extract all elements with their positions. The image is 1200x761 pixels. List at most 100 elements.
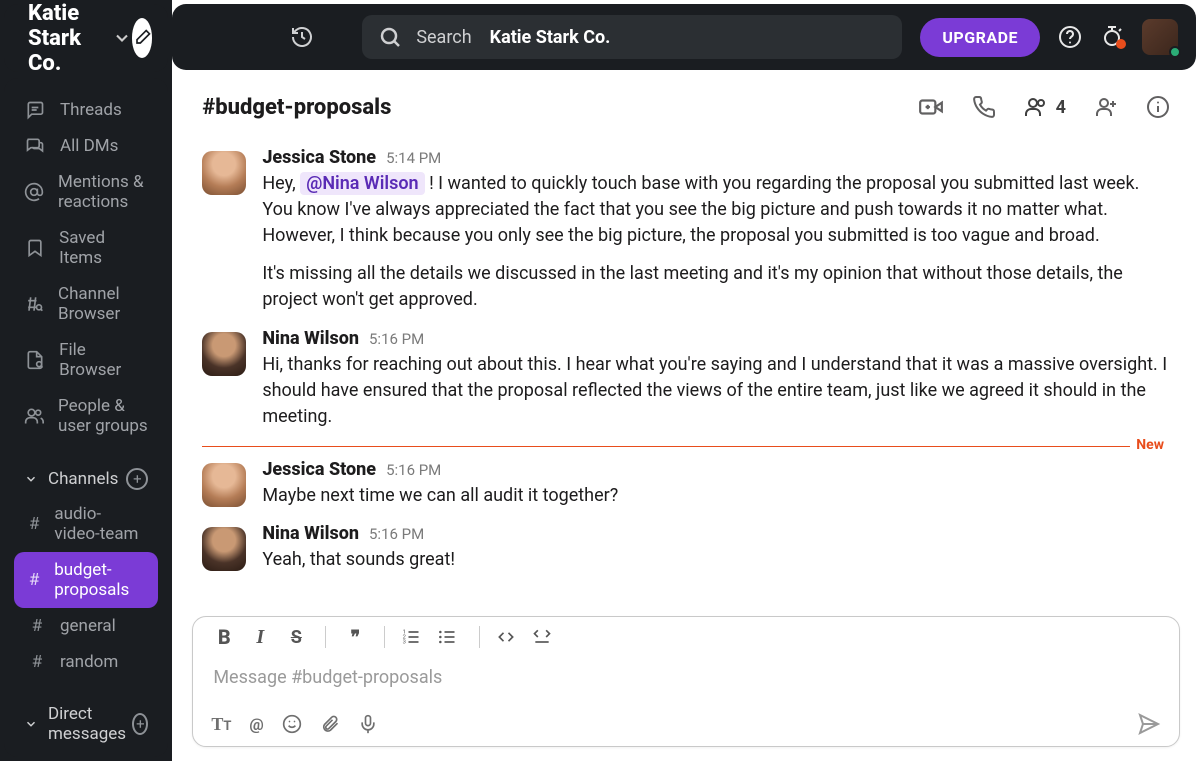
dms-section-header[interactable]: Direct messages + (14, 694, 158, 750)
avatar[interactable] (202, 332, 246, 376)
nav-label: Channel Browser (58, 284, 148, 324)
dm-label: Nina Wilson (me) (53, 756, 148, 757)
dms-icon (24, 136, 46, 156)
members-button[interactable]: 4 (1024, 95, 1066, 119)
hash-icon: # (28, 616, 46, 636)
send-button[interactable] (1137, 712, 1161, 736)
channel-item-audio-video-team[interactable]: # audio-video-team (14, 496, 158, 552)
add-video-icon[interactable] (918, 94, 944, 120)
mic-icon[interactable] (358, 714, 378, 734)
nav-file-browser[interactable]: File Browser (14, 332, 158, 388)
message-time: 5:16 PM (369, 524, 424, 546)
phone-icon[interactable] (972, 95, 996, 119)
channels-section-header[interactable]: Channels + (14, 458, 158, 496)
format-toggle-icon[interactable]: TT (211, 714, 231, 735)
chevron-down-icon (112, 28, 132, 48)
avatar[interactable] (202, 463, 246, 507)
message: Jessica Stone 5:16 PM Maybe next time we … (202, 451, 1170, 515)
search-workspace: Katie Stark Co. (490, 27, 611, 48)
channel-label: random (60, 652, 118, 672)
add-person-icon[interactable] (1094, 95, 1118, 119)
message-author[interactable]: Nina Wilson (262, 326, 359, 352)
channel-item-random[interactable]: #random (14, 644, 158, 680)
nav-label: All DMs (60, 136, 118, 156)
user-avatar[interactable] (1142, 19, 1178, 55)
nav-all-dms[interactable]: All DMs (14, 128, 158, 164)
bold-button[interactable]: B (211, 625, 237, 649)
message-author[interactable]: Jessica Stone (262, 145, 376, 171)
mention-icon[interactable]: @ (249, 715, 263, 734)
file-icon (24, 350, 45, 370)
channel-item-general[interactable]: # general (14, 608, 158, 644)
channel-item-budget-proposals[interactable]: #budget-proposals (14, 552, 158, 608)
message-text: Hi, thanks for reaching out about this. … (262, 352, 1170, 430)
add-dm-button[interactable]: + (132, 713, 148, 735)
channel-header: #budget-proposals 4 (172, 76, 1200, 139)
message-text: Hey, (262, 173, 295, 194)
search-icon (378, 25, 402, 49)
notifications-icon[interactable] (1100, 25, 1124, 49)
chevron-down-icon (24, 717, 38, 731)
sidebar: Threads All DMs Mentions & reactions Sav… (4, 78, 168, 757)
attach-icon[interactable] (320, 714, 340, 734)
message-time: 5:16 PM (386, 460, 441, 482)
upgrade-button[interactable]: UPGRADE (920, 18, 1040, 57)
message-author[interactable]: Jessica Stone (262, 457, 376, 483)
mention[interactable]: @Nina Wilson (300, 172, 424, 195)
channel-label: general (60, 616, 116, 636)
channel-label: audio-video-team (54, 504, 144, 544)
member-count: 4 (1056, 97, 1066, 118)
nav-people[interactable]: People & user groups (14, 388, 158, 444)
presence-indicator-icon (1169, 46, 1181, 58)
search-prefix: Search (416, 27, 471, 48)
search-input[interactable]: Search Katie Stark Co. (362, 15, 902, 59)
nav-saved[interactable]: Saved Items (14, 220, 158, 276)
message-text: Maybe next time we can all audit it toge… (262, 483, 1170, 509)
message: Jessica Stone5:14 PM Hey, @Nina Wilson !… (202, 139, 1170, 320)
section-label: Channels (48, 469, 118, 489)
dm-item[interactable]: Nina Wilson (me) (14, 750, 158, 757)
strike-button[interactable]: S (283, 627, 309, 648)
message-composer: B I S ❞ 123 Message #budget-proposals TT… (192, 616, 1180, 747)
italic-button[interactable]: I (247, 626, 273, 649)
nav-mentions[interactable]: Mentions & reactions (14, 164, 158, 220)
svg-text:3: 3 (403, 640, 406, 646)
channel-browser-icon (24, 294, 44, 314)
add-channel-button[interactable]: + (126, 468, 148, 490)
hash-icon: # (28, 514, 40, 534)
section-label: Direct messages (48, 704, 132, 744)
top-bar: Search Katie Stark Co. UPGRADE (172, 4, 1196, 70)
compose-button[interactable] (132, 18, 152, 58)
bullet-list-button[interactable] (437, 627, 463, 647)
nav-channel-browser[interactable]: Channel Browser (14, 276, 158, 332)
nav-label: Threads (60, 100, 122, 120)
code-block-button[interactable] (532, 627, 558, 647)
threads-icon (24, 100, 46, 120)
message-author[interactable]: Nina Wilson (262, 521, 359, 547)
bookmark-icon (24, 238, 45, 258)
members-icon (1024, 95, 1048, 119)
notification-dot-icon (1116, 39, 1126, 49)
history-icon[interactable] (290, 25, 314, 49)
channel-title[interactable]: #budget-proposals (202, 95, 391, 120)
help-icon[interactable] (1058, 25, 1082, 49)
composer-input[interactable]: Message #budget-proposals (193, 655, 1179, 706)
avatar[interactable] (202, 527, 246, 571)
at-icon (24, 182, 44, 202)
code-button[interactable] (496, 627, 522, 647)
message-list: Jessica Stone5:14 PM Hey, @Nina Wilson !… (172, 139, 1200, 606)
nav-label: File Browser (59, 340, 148, 380)
message: Nina Wilson5:16 PM Yeah, that sounds gre… (202, 515, 1170, 579)
info-icon[interactable] (1146, 95, 1170, 119)
message-time: 5:14 PM (386, 148, 441, 170)
ordered-list-button[interactable]: 123 (401, 627, 427, 647)
nav-label: Mentions & reactions (58, 172, 148, 212)
quote-button[interactable]: ❞ (342, 627, 368, 648)
workspace-header[interactable]: Katie Stark Co. (4, 4, 168, 72)
emoji-icon[interactable] (282, 714, 302, 734)
nav-label: People & user groups (58, 396, 148, 436)
message: Nina Wilson5:16 PM Hi, thanks for reachi… (202, 320, 1170, 436)
nav-threads[interactable]: Threads (14, 92, 158, 128)
nav-label: Saved Items (59, 228, 148, 268)
avatar[interactable] (202, 151, 246, 195)
